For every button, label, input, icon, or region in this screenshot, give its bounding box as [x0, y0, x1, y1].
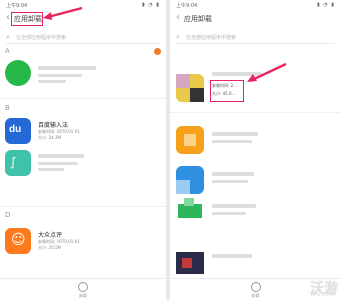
search-placeholder: 在全部应用程序中搜索	[186, 35, 237, 41]
uninstall-icon[interactable]	[250, 282, 261, 292]
app-size: 大小: 45.0...	[212, 91, 236, 96]
app-icon	[5, 60, 31, 86]
app-icon-pixel-block	[182, 258, 192, 268]
watermark-logo: 沃游 WOYOO	[310, 278, 338, 298]
alphabet-index-dot[interactable]	[154, 48, 161, 55]
app-info-blurred	[38, 162, 78, 165]
app-icon-pixel-block	[190, 88, 204, 102]
app-icon-pixel-block	[176, 180, 190, 194]
search-icon: ⌕	[176, 33, 180, 41]
app-info-blurred	[38, 80, 66, 83]
app-icon-pixel-block	[184, 198, 194, 206]
pointer-arrow-icon	[247, 62, 287, 82]
app-name-blurred	[38, 66, 96, 70]
status-icons: ▮ ◔ ▮	[316, 2, 335, 8]
title-highlight-box	[11, 12, 43, 26]
title-bar: ‹ 应用卸载	[0, 6, 166, 28]
app-icon: ∫	[5, 150, 31, 176]
bottom-nav: 卸载	[0, 278, 166, 300]
right-phone-screen: 上午9:04 ▮ ◔ ▮ ‹ 应用卸载 ⌕ 在全部应用程序中搜索 安装时间: 2…	[170, 0, 341, 300]
app-icon-pixelated	[178, 204, 202, 218]
baidu-input-icon: du	[5, 118, 31, 144]
status-icons: ▮ ◔ ▮	[141, 2, 160, 8]
section-header-a: A	[5, 47, 10, 55]
app-name: 百度输入法	[38, 122, 69, 129]
app-info-blurred	[38, 168, 64, 171]
app-name: 大众点评	[38, 232, 63, 239]
dianping-icon: ☺	[5, 228, 31, 254]
status-time: 上午9:04	[176, 3, 198, 9]
search-input[interactable]: ⌕ 在全部应用程序中搜索	[6, 32, 160, 44]
pointer-arrow-icon	[43, 6, 83, 20]
divider	[0, 98, 166, 99]
search-placeholder: 在全部应用程序中搜索	[16, 35, 67, 41]
uninstall-label: 卸载	[79, 293, 87, 298]
page-title: 应用卸载	[184, 15, 212, 23]
status-bar: 上午9:04 ▮ ◔ ▮	[170, 0, 341, 10]
title-bar: ‹ 应用卸载	[170, 10, 341, 28]
watermark-subtext: WOYOO	[310, 292, 336, 298]
app-info-blurred	[212, 140, 252, 143]
back-arrow-icon[interactable]: ‹	[174, 12, 182, 23]
app-info-blurred	[212, 180, 248, 183]
section-header-b: B	[5, 104, 10, 112]
app-name-blurred	[212, 172, 254, 176]
app-icon-pixel-block	[176, 74, 190, 88]
app-name-blurred	[212, 254, 252, 258]
app-name-blurred	[38, 154, 84, 158]
app-size: 大小: 20.5M	[38, 245, 61, 250]
search-input[interactable]: ⌕ 在全部应用程序中搜索	[176, 32, 335, 44]
left-phone-screen: 上午9:04 ▮ ◔ ▮ ‹ 应用卸载 ⌕ 在全部应用程序中搜索 A B du …	[0, 0, 166, 300]
app-icon-pixel-block	[184, 134, 196, 146]
divider	[170, 112, 341, 113]
app-install-time: 安装时间: 2...	[212, 83, 237, 88]
app-name-blurred	[212, 204, 256, 208]
app-name-blurred	[212, 132, 258, 136]
app-info-blurred	[212, 212, 246, 215]
divider	[0, 206, 166, 207]
status-time: 上午9:04	[6, 3, 28, 9]
section-header-d: D	[5, 211, 11, 219]
app-info-blurred	[38, 74, 82, 77]
app-size: 大小: 24.3M	[38, 135, 61, 140]
search-icon: ⌕	[6, 33, 10, 41]
uninstall-icon[interactable]	[78, 282, 88, 292]
